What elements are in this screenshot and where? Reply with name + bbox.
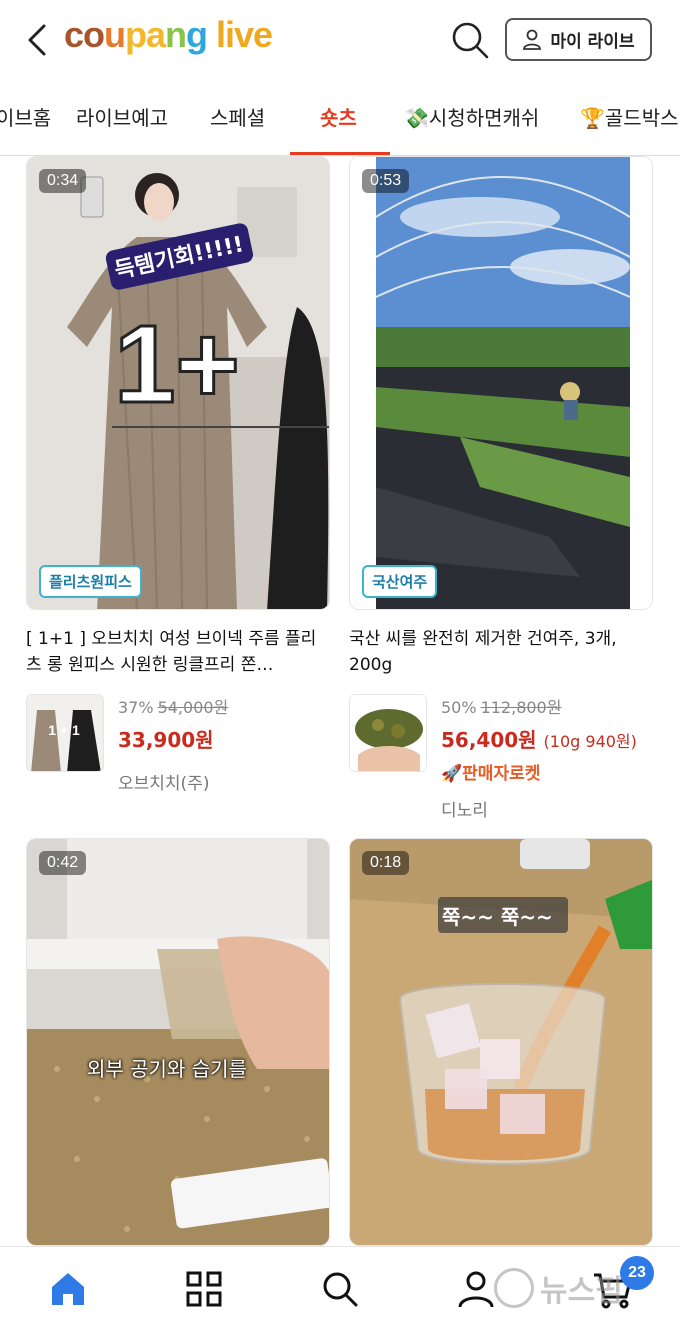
video-thumbnail[interactable]: 0:18 쭉~~ 쭉~~	[349, 838, 653, 1246]
product-tag[interactable]: 국산여주	[362, 565, 438, 598]
tab-special[interactable]: 스페셜	[210, 102, 265, 131]
cart-count-badge: 23	[620, 1256, 654, 1290]
discount-rate: 50%	[441, 698, 477, 717]
product-tag[interactable]: 플리츠원피스	[39, 565, 142, 598]
original-price: 112,800원	[480, 698, 562, 717]
shorts-card[interactable]: 0:18 쭉~~ 쭉~~	[349, 838, 653, 1246]
product-title[interactable]: [ 1+1 ] 오브치치 여성 브이넥 주름 플리츠 롱 원피스 시원한 링클프…	[26, 626, 330, 678]
discount-rate: 37%	[118, 698, 154, 717]
price-row[interactable]: 1 + 1 37% 54,000원 33,900원 오브치치(주)	[26, 694, 330, 794]
price-row[interactable]: 50% 112,800원 56,400원 (10g 940원) 🚀판매자로켓 디노…	[349, 694, 653, 821]
seller-name: 오브치치(주)	[118, 774, 210, 794]
sale-price: 33,900원	[118, 728, 214, 752]
price-info: 50% 112,800원 56,400원 (10g 940원) 🚀판매자로켓 디노…	[441, 694, 637, 821]
header: coupang live 마이 라이브	[0, 0, 680, 82]
watermark-text: 뉴스핌	[540, 1274, 623, 1309]
back-icon[interactable]	[22, 20, 58, 60]
video-caption: 외부 공기와 습기를	[87, 1057, 247, 1081]
categories-grid-icon[interactable]	[182, 1267, 226, 1311]
seller-name: 디노리	[441, 801, 488, 821]
coupang-live-logo[interactable]: coupang live	[64, 14, 273, 56]
price-info: 37% 54,000원 33,900원 오브치치(주)	[118, 694, 228, 794]
dress-video-image: 득템기회!!!!! 1+	[27, 157, 329, 609]
home-icon[interactable]	[46, 1267, 90, 1311]
svg-text:1 + 1: 1 + 1	[48, 722, 80, 738]
shorts-card[interactable]: 0:42 외부 공기와 습기를	[26, 838, 330, 1246]
tab-live-home[interactable]: 이브홈	[0, 102, 51, 131]
my-live-label: 마이 라이브	[550, 32, 635, 52]
rice-storage-video-image	[27, 839, 329, 1245]
video-caption: 쭉~~ 쭉~~	[442, 905, 553, 929]
newspim-watermark: 뉴스핌	[494, 1266, 623, 1310]
watermark-logo-icon	[494, 1268, 534, 1308]
video-thumbnail[interactable]: 득템기회!!!!! 1+ 0:34 플리츠원피스	[26, 156, 330, 610]
shorts-card[interactable]: 득템기회!!!!! 1+ 0:34 플리츠원피스 [ 1+1 ] 오브치치 여성…	[26, 156, 330, 794]
active-tab-indicator	[290, 152, 390, 155]
original-price: 54,000원	[157, 698, 229, 717]
video-thumbnail[interactable]: 0:42 외부 공기와 습기를	[26, 838, 330, 1246]
duration-badge: 0:34	[39, 169, 87, 193]
farm-video-image	[350, 157, 652, 609]
video-thumbnail[interactable]: 0:53 국산여주	[349, 156, 653, 610]
tab-watch-cash[interactable]: 💸시청하면캐쉬	[404, 102, 539, 131]
sale-price: 56,400원	[441, 728, 537, 752]
tab-live-preview[interactable]: 라이브예고	[76, 102, 168, 131]
duration-badge: 0:42	[39, 851, 87, 875]
overlay-big-text: 1+	[114, 303, 239, 426]
unit-price: (10g 940원)	[543, 732, 637, 751]
seller-rocket-badge: 🚀판매자로켓	[441, 764, 541, 784]
product-title[interactable]: 국산 씨를 완전히 제거한 건여주, 3개, 200g	[349, 626, 653, 678]
search-icon[interactable]	[318, 1267, 362, 1311]
category-tabs: 이브홈 라이브예고 스페셜 숏츠 💸시청하면캐쉬 🏆골드박스	[0, 90, 680, 156]
duration-badge: 0:18	[362, 851, 410, 875]
shorts-card[interactable]: 0:53 국산여주 국산 씨를 완전히 제거한 건여주, 3개, 200g 50…	[349, 156, 653, 821]
product-image[interactable]	[349, 694, 427, 772]
my-live-button[interactable]: 마이 라이브	[505, 18, 652, 61]
search-icon[interactable]	[450, 20, 490, 60]
product-image[interactable]: 1 + 1	[26, 694, 104, 772]
tab-shorts[interactable]: 숏츠	[320, 102, 357, 131]
my-page-icon[interactable]	[454, 1267, 498, 1311]
user-icon	[523, 29, 542, 50]
tab-goldbox[interactable]: 🏆골드박스	[580, 102, 679, 131]
duration-badge: 0:53	[362, 169, 410, 193]
